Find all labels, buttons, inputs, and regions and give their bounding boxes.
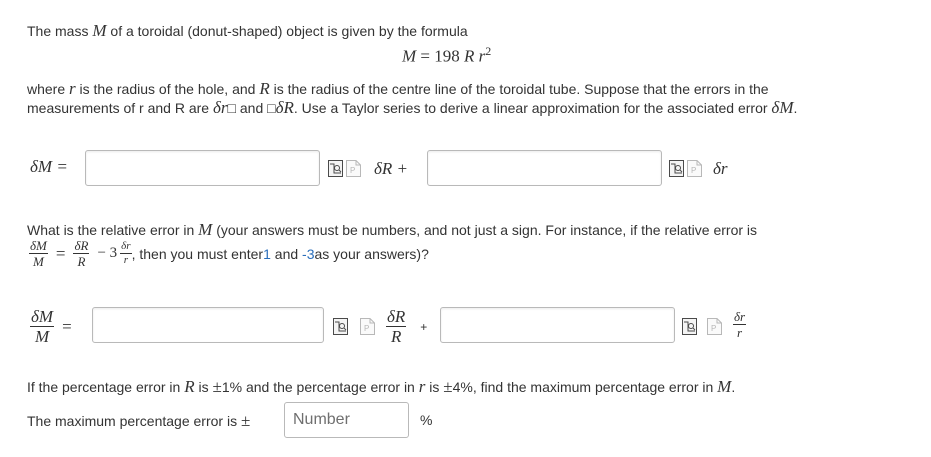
row2-lhs: δM M = [30,308,72,345]
preview-icon[interactable]: P [346,160,361,177]
ex-den3: r [123,254,129,266]
q3-p3: 1% and the percentage error in [221,379,419,395]
desc-R: R [259,79,270,98]
desc-dM: δM [771,98,794,117]
q3-p6: . [731,379,736,395]
q2-M: M [198,220,213,239]
svg-text:P: P [691,166,696,175]
desc-p5: and [235,100,268,116]
q3-R: R [184,377,195,396]
preview-icon[interactable]: P [687,160,702,177]
example-frac-dr-r: δr r [120,240,132,266]
row2-t1-den: R [390,327,402,346]
answer-label: The maximum percentage error is ± [27,411,250,431]
desc-box2: □ [267,100,276,116]
ex-num3: δr [120,240,132,254]
desc-p7: . [793,100,798,116]
mass-formula: M = 198 R r2 [402,44,491,67]
desc-r: r [69,79,76,98]
intro-text: The mass M of a toroidal (donut-shaped) … [27,21,468,41]
row2-term1: δR R + [386,308,427,345]
svg-text:P: P [711,324,716,333]
q3-M: M [717,377,732,396]
answer-label-text: The maximum percentage error is [27,413,241,429]
desc-p6: . Use a Taylor series to derive a linear… [293,100,772,116]
preview-icon[interactable]: P [360,318,375,335]
row2-term2: δr r [733,309,747,340]
preview-icon[interactable]: P [707,318,722,335]
ex-minus3: − 3 [97,245,118,261]
formula-editor-icon[interactable] [682,318,697,335]
dr-coefficient-input[interactable] [427,150,662,186]
q2-p2: (your answers must be numbers, and not j… [212,222,758,238]
description-line2: measurements of r and R are δr□ and □δR.… [27,98,797,118]
q3-p2: is [194,379,213,395]
formula-lhs: M [402,46,417,66]
percent-sign: % [420,412,433,428]
row1-term2: δr [713,159,728,178]
row2-plus: + [420,319,428,334]
q2-p3: , then you must enter [131,245,264,262]
ex-eq: = [55,243,66,263]
row1-label: δM = [30,157,68,176]
question3-text: If the percentage error in R is ±1% and … [27,377,735,397]
q3-p4: is [425,379,444,395]
desc-dR: δR [275,98,294,117]
desc-p3: is the radius of the centre line of the … [269,81,769,97]
row1-term1-text: δR + [374,159,409,178]
svg-text:P: P [350,166,355,175]
row2-eq: = [62,316,72,336]
question2-line1: What is the relative error in M (your an… [27,220,757,240]
row2-frac-dr-r: δr r [733,309,747,340]
desc-box1: □ [227,100,236,116]
intro-part2: of a toroidal (donut-shaped) object is g… [106,23,468,39]
q3-pm1: ± [212,377,222,396]
dR-over-R-coefficient-input[interactable] [92,307,324,343]
row2-t2-num: δr [733,309,747,325]
desc-p1: where [27,81,70,97]
max-percentage-error-input[interactable] [284,402,409,438]
q3-p1: If the percentage error in [27,379,185,395]
formula-editor-icon[interactable] [333,318,348,335]
row2-t1-num: δR [386,307,407,327]
var-M: M [92,21,107,40]
q2-one: 1 [263,245,271,262]
q2-p1: What is the relative error in [27,222,199,238]
q2-minus3: -3 [302,245,315,262]
description-line1: where r is the radius of the hole, and R… [27,79,769,99]
answer-pm: ± [240,411,251,430]
desc-dr: δr [212,98,228,117]
row2-t2-den: r [737,325,743,340]
example-frac-dM-M: δM M [29,239,48,268]
formula-eq: = 198 [416,46,465,66]
svg-text:P: P [364,324,369,333]
ex-num2: δR [73,238,90,254]
intro-part1: The mass [27,23,93,39]
question2-line2: δM M = δR R − 3 δr r , then you must enter … [29,239,429,268]
desc-p4: measurements of r and R are [27,100,213,116]
ex-den2: R [77,254,86,269]
q2-p4: and [270,245,303,262]
row1-term1: δR + [374,159,408,179]
q3-p5: 4%, find the maximum percentage error in [452,379,718,395]
row2-lhs-den: M [34,327,50,346]
formula-exponent: 2 [485,44,492,58]
formula-editor-icon[interactable] [328,160,343,177]
desc-p2: is the radius of the hole, and [75,81,260,97]
dr-over-r-coefficient-input[interactable] [440,307,675,343]
formula-editor-icon[interactable] [669,160,684,177]
q3-pm2: ± [443,377,453,396]
dR-coefficient-input[interactable] [85,150,320,186]
row2-frac-dR-R: δR R [386,307,407,346]
ex-den1: M [33,254,44,269]
row2-frac-dM-M: δM M [30,307,55,346]
formula-R: R [464,46,475,66]
example-frac-dR-R: δR R [73,238,90,269]
row2-lhs-num: δM [30,307,55,327]
q2-p5: as your answers)? [314,245,429,262]
ex-num1: δM [29,238,48,254]
